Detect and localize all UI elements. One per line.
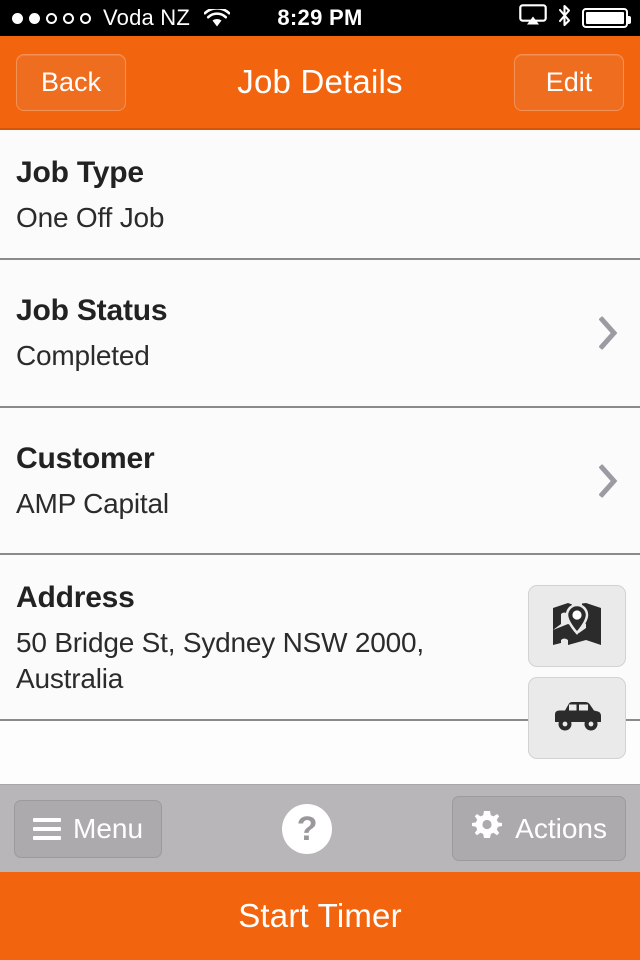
car-icon: [549, 698, 605, 739]
menu-button[interactable]: Menu: [14, 799, 163, 858]
start-timer-button[interactable]: Start Timer: [0, 872, 640, 960]
menu-button-label: Menu: [73, 812, 144, 844]
list-item-customer[interactable]: Customer AMP Capital: [0, 407, 640, 556]
bluetooth-icon: [557, 4, 572, 33]
address-value: 50 Bridge St, Sydney NSW 2000, Australia: [16, 627, 424, 695]
list-item-job-type: Job Type One Off Job: [0, 130, 640, 260]
customer-label: Customer: [16, 441, 155, 475]
address-label: Address: [16, 581, 135, 615]
map-pin-icon: [551, 600, 603, 653]
airplay-icon: [519, 4, 547, 32]
bottom-toolbar: Menu ? Actions: [0, 784, 640, 872]
status-bar: Voda NZ 8:29 PM: [0, 0, 640, 36]
status-bar-right: [519, 4, 631, 33]
job-type-value: One Off Job: [16, 202, 165, 233]
battery-icon: [582, 8, 631, 28]
view-map-button[interactable]: [528, 585, 626, 668]
hamburger-icon: [33, 817, 61, 840]
customer-value: AMP Capital: [16, 487, 169, 519]
actions-button[interactable]: Actions: [452, 796, 626, 861]
list-item-address: Address 50 Bridge St, Sydney NSW 2000, A…: [0, 555, 640, 760]
navigation-bar: Back Job Details Edit: [0, 36, 640, 130]
chevron-right-icon: [599, 316, 618, 350]
start-timer-label: Start Timer: [238, 897, 402, 934]
app-screen: Voda NZ 8:29 PM Back Job Details Edit Jo…: [0, 0, 640, 960]
wifi-icon: [203, 6, 231, 28]
list-item-job-status[interactable]: Job Status Completed: [0, 259, 640, 408]
edit-button[interactable]: Edit: [514, 53, 624, 111]
help-button[interactable]: ?: [282, 803, 333, 854]
question-mark-icon: ?: [296, 809, 318, 848]
chevron-right-icon: [599, 464, 618, 498]
job-status-label: Job Status: [16, 293, 168, 327]
job-type-label: Job Type: [16, 156, 144, 189]
job-details-list: Job Type One Off Job Job Status Complete…: [0, 130, 640, 760]
get-directions-button[interactable]: [528, 677, 626, 760]
status-bar-left: Voda NZ: [12, 5, 231, 31]
address-action-buttons: [528, 585, 626, 760]
job-status-value: Completed: [16, 339, 150, 371]
carrier-label: Voda NZ: [103, 5, 191, 30]
actions-button-label: Actions: [515, 812, 607, 844]
gear-icon: [471, 809, 503, 848]
signal-strength-icon: [12, 12, 91, 24]
back-button[interactable]: Back: [16, 53, 126, 111]
